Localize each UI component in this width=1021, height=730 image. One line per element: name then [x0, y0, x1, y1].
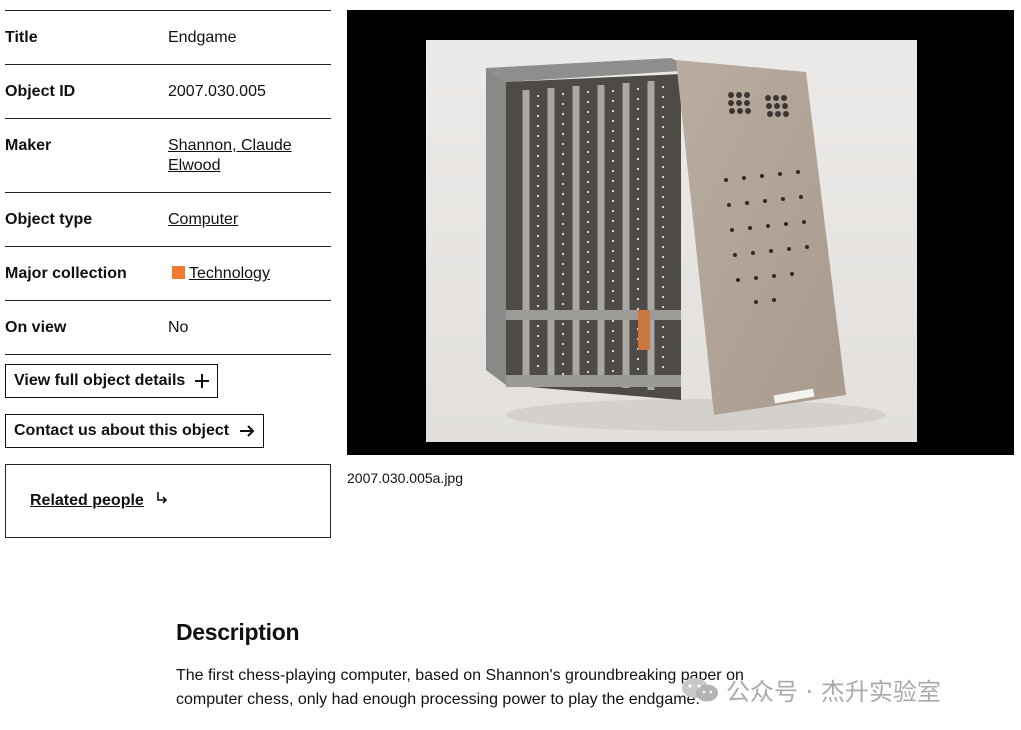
- arrow-right-icon: [240, 425, 255, 437]
- related-people-panel: Related people: [5, 464, 331, 538]
- detail-row-major-collection: Major collection Technology: [5, 247, 331, 301]
- detail-label: Title: [5, 29, 38, 46]
- view-full-details-button[interactable]: View full object details: [5, 364, 219, 398]
- object-details-table: Title Endgame Object ID 2007.030.005 Mak…: [5, 10, 331, 355]
- detail-row-on-view: On view No: [5, 301, 331, 355]
- image-caption: 2007.030.005a.jpg: [347, 470, 463, 486]
- detail-row-maker: Maker Shannon, Claude Elwood: [5, 119, 331, 193]
- detail-row-object-type: Object type Computer: [5, 193, 331, 247]
- detail-value: 2007.030.005: [168, 83, 266, 100]
- computer-photo-illustration: [426, 40, 917, 442]
- maker-link[interactable]: Shannon, Claude Elwood: [168, 137, 292, 174]
- detail-label: Maker: [5, 137, 52, 154]
- watermark: 公众号 · 杰升实验室: [680, 672, 941, 707]
- detail-label: Object type: [5, 211, 93, 228]
- detail-label: Major collection: [5, 265, 127, 282]
- description-heading: Description: [176, 619, 300, 645]
- object-photo: [426, 40, 917, 442]
- contact-button[interactable]: Contact us about this object: [5, 414, 265, 448]
- collection-link[interactable]: Technology: [189, 265, 270, 282]
- detail-value: No: [168, 319, 189, 336]
- watermark-text: 公众号 · 杰升实验室: [726, 678, 941, 706]
- view-full-details-label: View full object details: [14, 372, 186, 389]
- detail-label: On view: [5, 319, 67, 336]
- plus-icon: [195, 374, 210, 388]
- detail-row-object-id: Object ID 2007.030.005: [5, 65, 331, 119]
- detail-value: Endgame: [168, 29, 237, 46]
- detail-row-title: Title Endgame: [5, 11, 331, 65]
- wechat-icon: [682, 677, 718, 701]
- object-image-panel[interactable]: [347, 10, 1014, 455]
- object-type-link[interactable]: Computer: [168, 211, 238, 228]
- contact-label: Contact us about this object: [14, 422, 230, 439]
- related-people-link[interactable]: Related people: [30, 492, 144, 510]
- detail-label: Object ID: [5, 83, 76, 100]
- arrow-down-right-icon: [157, 492, 168, 504]
- collection-color-swatch: [172, 266, 185, 279]
